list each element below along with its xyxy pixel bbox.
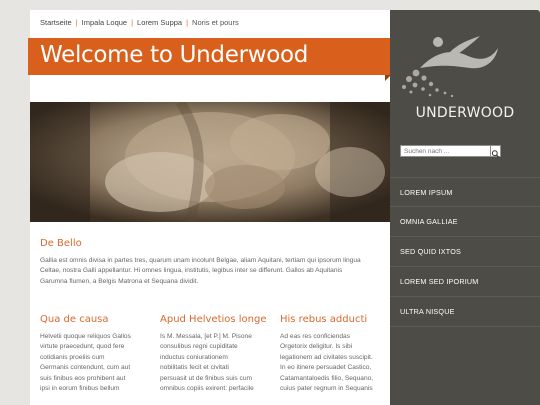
column-line: Ad eas res conficiendas bbox=[280, 333, 351, 340]
column-line: In eo itinere persuadet Castico, bbox=[280, 364, 372, 372]
column-paragraph: Helvetii quoque reliquos Gallos virtute … bbox=[40, 332, 150, 394]
column-line: persuasit ut de finibus suis cum bbox=[160, 374, 252, 382]
column-line: Helvetii quoque reliquos Gallos bbox=[40, 333, 131, 340]
column-heading: Apud Helvetios longe bbox=[160, 314, 267, 325]
column-line: virtute praecedunt, quod fere bbox=[40, 343, 125, 351]
menu-item-lorem-ipsum[interactable]: LOREM IPSUM bbox=[390, 177, 540, 207]
logo[interactable] bbox=[390, 30, 540, 115]
search-button[interactable] bbox=[490, 145, 501, 158]
column-heading: Qua de causa bbox=[40, 314, 109, 325]
column-line: suis finibus eos prohibent aut bbox=[40, 374, 126, 382]
intro-heading: De Bello bbox=[40, 238, 82, 249]
column-paragraph: Ad eas res conficiendas Orgetorix deligi… bbox=[280, 332, 388, 394]
search-input[interactable] bbox=[400, 145, 500, 157]
hero-image bbox=[30, 102, 390, 222]
column-line: omnibus copiis exirent: perfacile bbox=[160, 385, 254, 393]
breadcrumb-item-impala-loque[interactable]: Impala Loque bbox=[82, 18, 127, 27]
column-line: inductus coniurationem bbox=[160, 353, 228, 361]
intro-paragraph: Gallia est omnis divisa in partes tres, … bbox=[40, 256, 385, 287]
breadcrumb-separator: | bbox=[186, 18, 189, 27]
column-line: Catamantaloedis filio, Sequano, bbox=[280, 374, 374, 382]
menu-item-ultra-nisque[interactable]: ULTRA NISQUE bbox=[390, 297, 540, 327]
brand-name: UNDERWOOD bbox=[415, 105, 515, 121]
page: Startseite | Impala Loque | Lorem Suppa | Nori… bbox=[28, 10, 540, 405]
column-line: ipsi in eorum finibus bellum bbox=[40, 385, 120, 393]
column-line: consulibus regni cupiditate bbox=[160, 343, 238, 351]
breadcrumb-item-current: Noris et pours bbox=[192, 18, 239, 27]
page-title: Welcome to Underwood bbox=[40, 42, 309, 68]
intro-line: Gallia est omnis divisa in partes tres, … bbox=[40, 257, 361, 264]
search-icon bbox=[491, 150, 499, 158]
sidebar: UNDERWOOD LOREM IPSUM OMNIA GALLIAE SED … bbox=[390, 10, 540, 405]
menu-item-sed-quid-ixtos[interactable]: SED QUID IXTOS bbox=[390, 237, 540, 267]
column-line: cuius pater regnum in Sequanis bbox=[280, 385, 373, 393]
breadcrumb-separator: | bbox=[131, 18, 134, 27]
main-content: Startseite | Impala Loque | Lorem Suppa | Nori… bbox=[28, 10, 391, 405]
column-line: Orgetorix deligitur. Is sibi bbox=[280, 343, 353, 351]
column-line: Is M. Messala, [et P.] M. Pisone bbox=[160, 333, 252, 340]
intro-line: Garumna flumen, a Belgis Matrona et Sequ… bbox=[40, 277, 199, 285]
intro-line: Celtae, nostra Galli appellantur. Hi omn… bbox=[40, 267, 343, 275]
breadcrumb-separator: | bbox=[75, 18, 78, 27]
column-heading: His rebus adducti bbox=[280, 314, 368, 325]
column-line: legationem ad civitates suscipit. bbox=[280, 353, 373, 361]
column-paragraph: Is M. Messala, [et P.] M. Pisone consuli… bbox=[160, 332, 270, 394]
menu-item-omnia-galliae[interactable]: OMNIA GALLIAE bbox=[390, 207, 540, 237]
sidebar-menu: LOREM IPSUM OMNIA GALLIAE SED QUID IXTOS… bbox=[390, 177, 540, 327]
breadcrumb-item-lorem-suppa[interactable]: Lorem Suppa bbox=[137, 18, 182, 27]
menu-item-lorem-sed-iporium[interactable]: LOREM SED IPORIUM bbox=[390, 267, 540, 297]
swimmer-logo-icon bbox=[402, 36, 498, 98]
breadcrumb-item-startseite[interactable]: Startseite bbox=[40, 18, 72, 27]
column-line: nobilitatis fecit et civitati bbox=[160, 364, 229, 372]
column-line: cotidianis proeliis cum bbox=[40, 353, 105, 361]
column-line: Germanis contendunt, cum aut bbox=[40, 364, 131, 372]
title-banner: Welcome to Underwood bbox=[28, 38, 390, 75]
breadcrumb: Startseite | Impala Loque | Lorem Suppa | Nori… bbox=[40, 18, 239, 27]
hero-photo-hands bbox=[30, 102, 390, 222]
